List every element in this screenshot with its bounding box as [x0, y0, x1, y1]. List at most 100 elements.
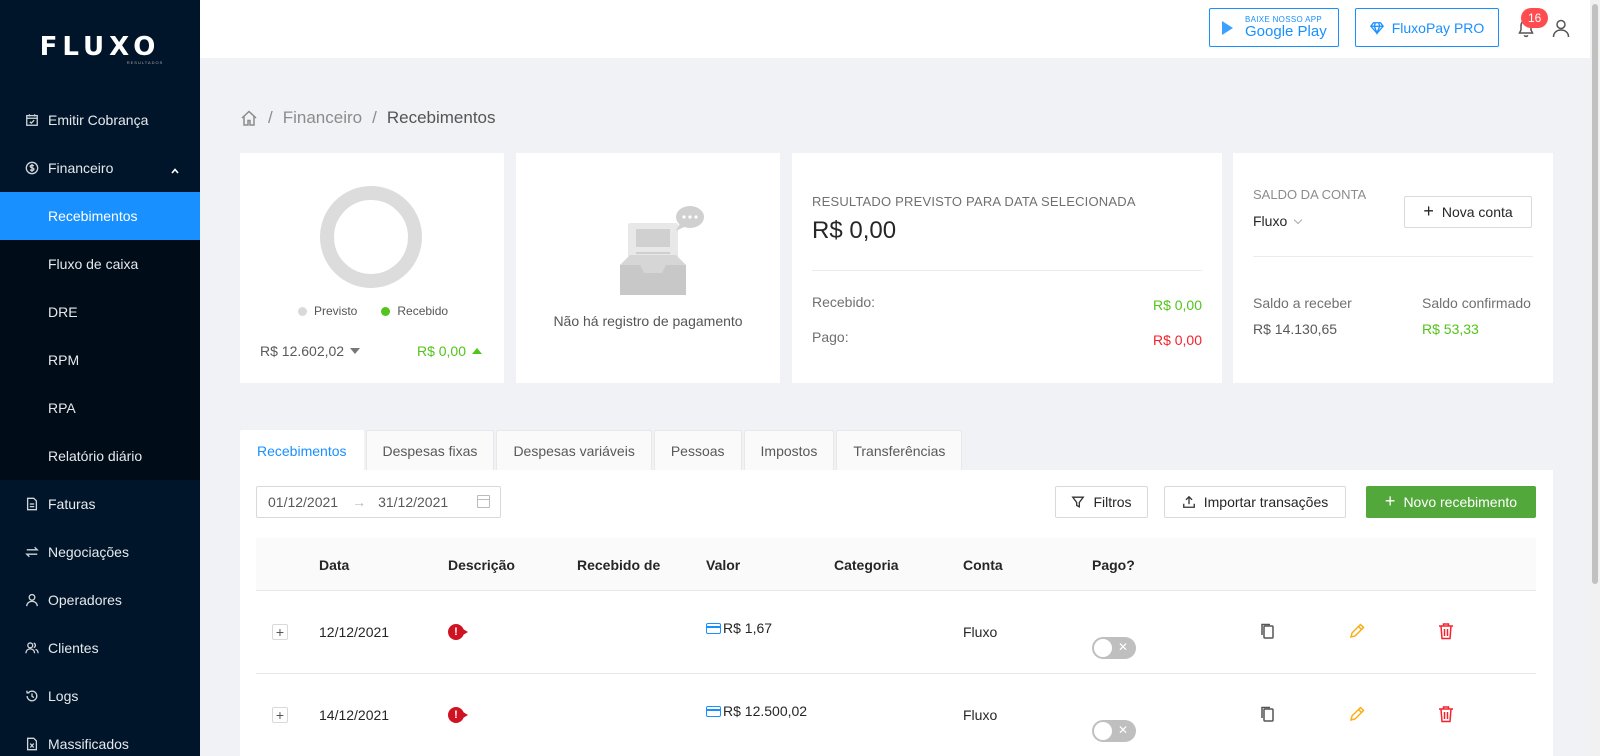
account-select[interactable]: Fluxo	[1253, 213, 1303, 229]
plus-icon: +	[1384, 490, 1396, 511]
tab-pessoas[interactable]: Pessoas	[653, 430, 742, 470]
edit-icon[interactable]	[1347, 704, 1367, 727]
team-icon	[24, 640, 40, 656]
new-account-button[interactable]: + Nova conta	[1404, 196, 1532, 228]
copy-icon[interactable]	[1258, 621, 1278, 644]
delete-icon[interactable]	[1436, 621, 1456, 644]
paid-toggle[interactable]: ✕	[1092, 637, 1136, 659]
sidebar-item-faturas[interactable]: Faturas	[0, 480, 200, 528]
date-to[interactable]: 31/12/2021	[378, 494, 448, 510]
import-transactions-button[interactable]: Importar transações	[1164, 486, 1346, 518]
home-icon[interactable]	[240, 109, 258, 127]
received-value: R$ 0,00	[1152, 297, 1202, 313]
sidebar-item-label: Logs	[48, 688, 79, 704]
sidebar-item-recebimentos[interactable]: Recebimentos	[0, 192, 200, 240]
expected-result-card: RESULTADO PREVISTO PARA DATA SELECIONADA…	[792, 153, 1222, 383]
divider	[812, 270, 1202, 271]
sidebar-item-dre[interactable]: DRE	[0, 288, 200, 336]
close-icon: ✕	[1117, 723, 1128, 737]
account-balance-label: SALDO DA CONTA	[1253, 187, 1367, 202]
donut-chart	[320, 186, 422, 288]
paid-toggle[interactable]: ✕	[1092, 720, 1136, 742]
expected-result-label: RESULTADO PREVISTO PARA DATA SELECIONADA	[812, 194, 1136, 209]
file-icon	[24, 496, 40, 512]
logo[interactable]: FLUXO RESULTADOS	[0, 0, 200, 96]
tab-transferencias[interactable]: Transferências	[836, 430, 963, 470]
breadcrumb-recebimentos: Recebimentos	[386, 108, 496, 127]
sidebar-item-negociacoes[interactable]: Negociações	[0, 528, 200, 576]
new-receipt-button[interactable]: + Novo recebimento	[1366, 486, 1536, 518]
sidebar-item-financeiro[interactable]: Financeiro	[0, 144, 200, 192]
summary-donut-card: Previsto Recebido R$ 12.602,02 R$ 0,00	[240, 153, 504, 383]
expand-row-button[interactable]: +	[272, 707, 288, 723]
warning-icon: !	[448, 624, 468, 640]
sidebar-item-logs[interactable]: Logs	[0, 672, 200, 720]
breadcrumb-financeiro[interactable]: Financeiro	[283, 108, 362, 128]
toggle-knob	[1094, 639, 1112, 657]
edit-icon[interactable]	[1347, 621, 1367, 644]
date-from[interactable]: 01/12/2021	[268, 494, 338, 510]
legend-dot-previsto	[298, 307, 307, 316]
column-header-categoria[interactable]: Categoria	[834, 557, 899, 573]
delete-icon[interactable]	[1436, 704, 1456, 727]
google-play-button[interactable]: BAIXE NOSSO APP Google Play	[1209, 8, 1339, 47]
financeiro-submenu: Recebimentos Fluxo de caixa DRE RPM RPA …	[0, 192, 200, 480]
filters-button[interactable]: Filtros	[1055, 486, 1148, 518]
breadcrumb: / Financeiro / Recebimentos	[240, 108, 496, 128]
dollar-icon	[24, 160, 40, 176]
sidebar-item-relatorio-diario[interactable]: Relatório diário	[0, 432, 200, 480]
tab-despesas-fixas[interactable]: Despesas fixas	[365, 430, 495, 470]
confirmed-value: R$ 53,33	[1422, 321, 1479, 337]
user-avatar-icon[interactable]	[1551, 18, 1571, 43]
tab-recebimentos[interactable]: Recebimentos	[240, 430, 364, 470]
tab-despesas-variaveis[interactable]: Despesas variáveis	[496, 430, 652, 470]
table-row: + 14/12/2021 ! R$ 12.500,02 Fluxo ✕	[256, 674, 1536, 756]
sidebar-item-label: Massificados	[48, 736, 129, 752]
sidebar-item-fluxo-de-caixa[interactable]: Fluxo de caixa	[0, 240, 200, 288]
upload-icon	[1182, 495, 1195, 508]
arrow-right-icon: →	[352, 494, 367, 510]
sidebar-item-label: RPM	[48, 352, 80, 368]
top-header: BAIXE NOSSO APP Google Play FluxoPay PRO…	[200, 0, 1600, 58]
sidebar-item-label: DRE	[48, 304, 78, 320]
sidebar-item-rpa[interactable]: RPA	[0, 384, 200, 432]
row-value: R$ 1,67	[706, 620, 772, 636]
diamond-icon	[1369, 21, 1384, 35]
google-play-icon	[1222, 20, 1233, 35]
sidebar-item-emitir-cobranca[interactable]: Emitir Cobrança	[0, 96, 200, 144]
date-range-picker[interactable]: 01/12/2021 → 31/12/2021	[256, 486, 501, 518]
import-label: Importar transações	[1203, 494, 1329, 510]
page-scrollbar[interactable]	[1590, 0, 1600, 756]
recebido-amount: R$ 0,00	[416, 343, 466, 359]
tab-impostos[interactable]: Impostos	[743, 430, 835, 470]
sidebar-item-clientes[interactable]: Clientes	[0, 624, 200, 672]
column-header-pago[interactable]: Pago?	[1092, 557, 1135, 573]
column-header-conta[interactable]: Conta	[963, 557, 1003, 573]
calendar-icon	[477, 495, 490, 508]
row-value: R$ 12.500,02	[706, 703, 807, 719]
row-value-amount: R$ 12.500,02	[723, 703, 808, 719]
divider	[1253, 256, 1533, 257]
expand-row-button[interactable]: +	[272, 624, 288, 640]
fluxopay-pro-button[interactable]: FluxoPay PRO	[1355, 8, 1499, 47]
column-header-descricao[interactable]: Descrição	[448, 557, 515, 573]
chevron-up-icon	[170, 162, 180, 178]
caret-up-icon	[472, 348, 482, 354]
account-selected-value: Fluxo	[1253, 213, 1288, 229]
copy-icon[interactable]	[1258, 704, 1278, 727]
column-header-valor[interactable]: Valor	[706, 557, 740, 573]
warning-icon: !	[448, 707, 468, 723]
column-header-recebido-de[interactable]: Recebido de	[577, 557, 660, 573]
scrollbar-thumb[interactable]	[1592, 4, 1598, 584]
google-play-big-text: Google Play	[1245, 23, 1327, 40]
legend-previsto: Previsto	[298, 304, 357, 318]
sidebar-item-label: Recebimentos	[48, 208, 138, 224]
sidebar-item-massificados[interactable]: Massificados	[0, 720, 200, 756]
empty-state-text: Não há registro de pagamento	[553, 313, 743, 329]
donut-legend: Previsto Recebido	[298, 304, 448, 318]
paid-value: R$ 0,00	[1152, 332, 1202, 348]
column-header-data[interactable]: Data	[319, 557, 349, 573]
sidebar-item-rpm[interactable]: RPM	[0, 336, 200, 384]
previsto-value: R$ 12.602,02	[260, 343, 361, 359]
sidebar-item-operadores[interactable]: Operadores	[0, 576, 200, 624]
